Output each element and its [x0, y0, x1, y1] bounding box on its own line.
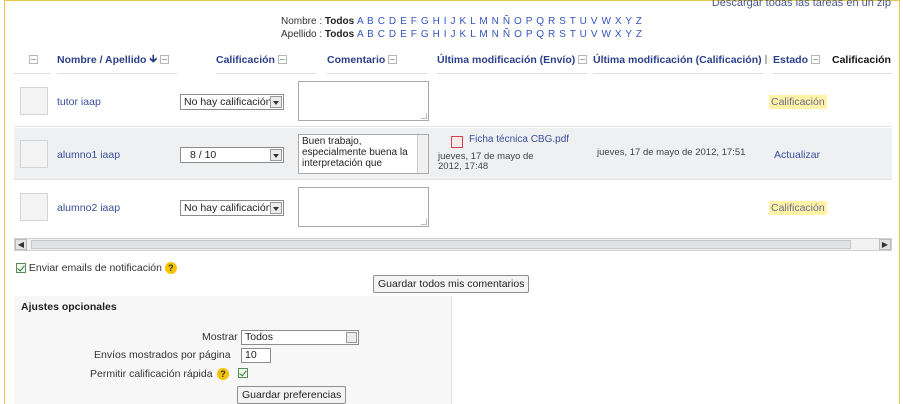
grade-select[interactable]: No hay calificación	[180, 94, 284, 110]
collapse-icon[interactable]	[277, 55, 287, 64]
first-name-label: Nombre :	[281, 16, 323, 27]
comment-textarea[interactable]: Buen trabajo, especialmente buena la int…	[298, 134, 429, 174]
notify-row: Enviar emails de notificación ?	[16, 262, 177, 275]
comment-textarea[interactable]	[298, 81, 429, 121]
collapse-icon[interactable]	[388, 55, 398, 64]
save-preferences-button[interactable]: Guardar preferencias	[237, 386, 347, 404]
comment-textarea[interactable]	[298, 187, 429, 227]
column-header-label: Calificación	[216, 53, 275, 66]
submissions-table: Nombre / Apellido 🡳 Calificación Comenta…	[14, 46, 892, 232]
show-label: Mostrar	[202, 331, 238, 343]
table-row: tutor iaap No hay calificación Calificac…	[14, 75, 892, 127]
sort-down-arrow-icon[interactable]: 🡳	[149, 51, 157, 69]
column-header-status[interactable]: Estado	[773, 46, 833, 74]
first-name-letters[interactable]: A B C D E F G H I J K L M N Ñ O P Q R S …	[357, 16, 643, 27]
column-header-final-grade[interactable]: Calificación	[832, 46, 892, 74]
column-header-label: Calificación	[832, 53, 891, 66]
chevron-down-icon[interactable]	[270, 202, 282, 214]
column-header-comment[interactable]: Comentario	[327, 46, 427, 74]
show-select[interactable]: Todos	[241, 330, 359, 345]
chevron-down-icon[interactable]	[270, 149, 282, 161]
column-header-label: Última modificación (Calificación)	[593, 53, 762, 66]
last-name-label: Apellido :	[281, 29, 323, 40]
submission-date: jueves, 17 de mayo de 2012, 17:48	[438, 151, 534, 172]
column-header-submission-modified[interactable]: Última modificación (Envío)	[437, 46, 587, 74]
quick-grade-label: Permitir calificación rápida	[90, 368, 213, 380]
last-name-filter: Apellido : Todos A B C D E F G H I J K L…	[281, 29, 643, 40]
download-all-link[interactable]: Descargar todas las tareas en un zip	[712, 0, 891, 9]
column-header-grade-modified[interactable]: Última modificación (Calificación)	[593, 46, 767, 74]
notify-label: Enviar emails de notificación	[28, 262, 162, 274]
resize-grip-icon[interactable]	[421, 219, 427, 225]
submitted-file-link[interactable]: Ficha técnica CBG.pdf	[469, 134, 569, 145]
collapse-icon[interactable]	[160, 55, 169, 64]
comment-scrollbar[interactable]	[417, 135, 428, 173]
select-column-header[interactable]	[14, 46, 50, 74]
collapse-icon[interactable]	[811, 55, 821, 64]
grade-select[interactable]: No hay calificación	[180, 200, 284, 216]
table-row: alumno1 iaap 8 / 10 Buen trabajo, especi…	[14, 128, 892, 180]
scroll-right-icon[interactable]: ▶	[879, 239, 891, 250]
resize-grip-icon[interactable]	[421, 113, 427, 119]
comment-text: Buen trabajo, especialmente buena la int…	[302, 136, 408, 169]
column-header-grade[interactable]: Calificación	[216, 46, 316, 74]
show-select-value: Todos	[245, 331, 274, 343]
horizontal-scrollbar[interactable]: ◀ ▶	[14, 238, 892, 251]
avatar[interactable]	[20, 193, 48, 221]
student-name-link[interactable]: alumno1 iaap	[57, 149, 120, 161]
table-row: alumno2 iaap No hay calificación Calific…	[14, 181, 892, 232]
scroll-left-icon[interactable]: ◀	[15, 239, 27, 250]
save-all-comments-button[interactable]: Guardar todos mis comentarios	[373, 275, 530, 293]
per-page-input[interactable]: 10	[241, 348, 271, 363]
quick-grade-checkbox[interactable]	[238, 368, 248, 378]
status-grade-link[interactable]: Calificación	[769, 95, 827, 109]
status-update-link[interactable]: Actualizar	[774, 149, 820, 161]
chevron-down-icon[interactable]	[270, 96, 282, 108]
column-header-name[interactable]: Nombre / Apellido 🡳	[57, 46, 177, 74]
first-name-all-link[interactable]: Todos	[325, 16, 354, 27]
grade-select[interactable]: 8 / 10	[180, 147, 284, 163]
student-name-link[interactable]: alumno2 iaap	[57, 202, 120, 214]
collapse-icon[interactable]	[578, 55, 587, 64]
column-header-label: Nombre / Apellido	[57, 53, 147, 66]
grade-select-value: 8 / 10	[190, 149, 217, 161]
help-icon[interactable]: ?	[217, 368, 229, 380]
grade-select-value: No hay calificación	[184, 96, 272, 108]
avatar[interactable]	[20, 140, 48, 168]
first-name-filter: Nombre : Todos A B C D E F G H I J K L M…	[281, 16, 643, 27]
avatar[interactable]	[20, 87, 48, 115]
per-page-label: Envíos mostrados por página	[94, 349, 231, 361]
chevron-down-icon[interactable]	[346, 332, 357, 343]
grade-select-value: No hay calificación	[184, 202, 272, 214]
collapse-icon[interactable]	[29, 55, 38, 64]
collapse-icon[interactable]	[764, 55, 767, 64]
column-header-label: Estado	[773, 53, 809, 66]
column-header-label: Comentario	[327, 53, 386, 66]
grade-date: jueves, 17 de mayo de 2012, 17:51	[597, 147, 746, 158]
status-grade-link[interactable]: Calificación	[769, 201, 827, 215]
pdf-file-icon	[451, 136, 463, 148]
scrollbar-thumb[interactable]	[31, 240, 851, 249]
per-page-value: 10	[245, 349, 257, 361]
notify-checkbox[interactable]	[16, 263, 26, 274]
help-icon[interactable]: ?	[164, 262, 177, 275]
student-name-link[interactable]: tutor iaap	[57, 96, 101, 108]
last-name-all-link[interactable]: Todos	[325, 29, 354, 40]
optional-settings-panel: Ajustes opcionales Mostrar Todos Envíos …	[14, 296, 452, 404]
column-header-label: Última modificación (Envío)	[437, 53, 576, 66]
optional-settings-title: Ajustes opcionales	[21, 301, 117, 313]
last-name-letters[interactable]: A B C D E F G H I J K L M N Ñ O P Q R S …	[357, 29, 643, 40]
